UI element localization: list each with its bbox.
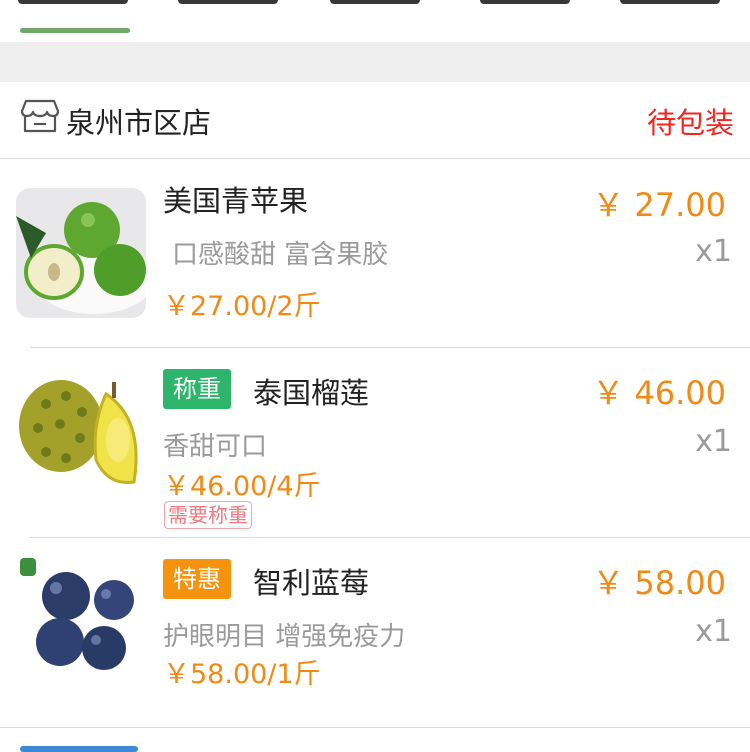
tab-3[interactable] (330, 0, 420, 4)
weighing-note-badge: 需要称重 (164, 501, 252, 529)
item-description: 口感酸甜 富含果胶 (172, 240, 389, 270)
tab-2[interactable] (178, 0, 278, 4)
divider (0, 727, 750, 728)
order-item-blueberry[interactable]: 特惠 智利蓝莓 护眼明目 增强免疫力 ￥58.00/1斤 ￥ 58.00 x1 (0, 538, 750, 728)
order-item-durian[interactable]: 称重 泰国榴莲 香甜可口 ￥46.00/4斤 需要称重 ￥ 46.00 x1 (0, 348, 750, 538)
section-gap (0, 42, 750, 82)
item-unit-price: ￥58.00/1斤 (163, 659, 321, 690)
action-button[interactable] (20, 746, 138, 752)
item-quantity: x1 (695, 614, 732, 649)
item-total-price: ￥ 27.00 (592, 186, 726, 224)
item-description: 护眼明目 增强免疫力 (163, 622, 406, 652)
item-quantity: x1 (695, 424, 732, 459)
blueberry-image (16, 554, 146, 684)
tag-weighing: 称重 (163, 369, 231, 409)
tab-all[interactable] (18, 0, 128, 4)
item-unit-price: ￥27.00/2斤 (163, 291, 321, 322)
item-name: 美国青苹果 (163, 184, 309, 218)
item-total-price: ￥ 58.00 (592, 564, 726, 602)
order-status: 待包装 (646, 106, 734, 140)
item-name: 智利蓝莓 (253, 566, 370, 600)
item-unit-price: ￥46.00/4斤 (163, 471, 321, 502)
durian-image (16, 364, 146, 494)
order-item-apple[interactable]: 美国青苹果 口感酸甜 富含果胶 ￥27.00/2斤 ￥ 27.00 x1 (0, 158, 750, 348)
tag-special-offer: 特惠 (163, 559, 231, 599)
shop-name: 泉州市区店 (66, 106, 212, 140)
item-description: 香甜可口 (163, 432, 268, 462)
active-tab-indicator (20, 28, 130, 33)
store-icon (20, 99, 60, 133)
green-apple-image (16, 188, 146, 318)
tab-5[interactable] (620, 0, 720, 4)
tab-bar (0, 0, 750, 42)
item-quantity: x1 (695, 234, 732, 269)
tab-4[interactable] (480, 0, 570, 4)
item-name: 泰国榴莲 (253, 376, 370, 410)
item-total-price: ￥ 46.00 (592, 374, 726, 412)
